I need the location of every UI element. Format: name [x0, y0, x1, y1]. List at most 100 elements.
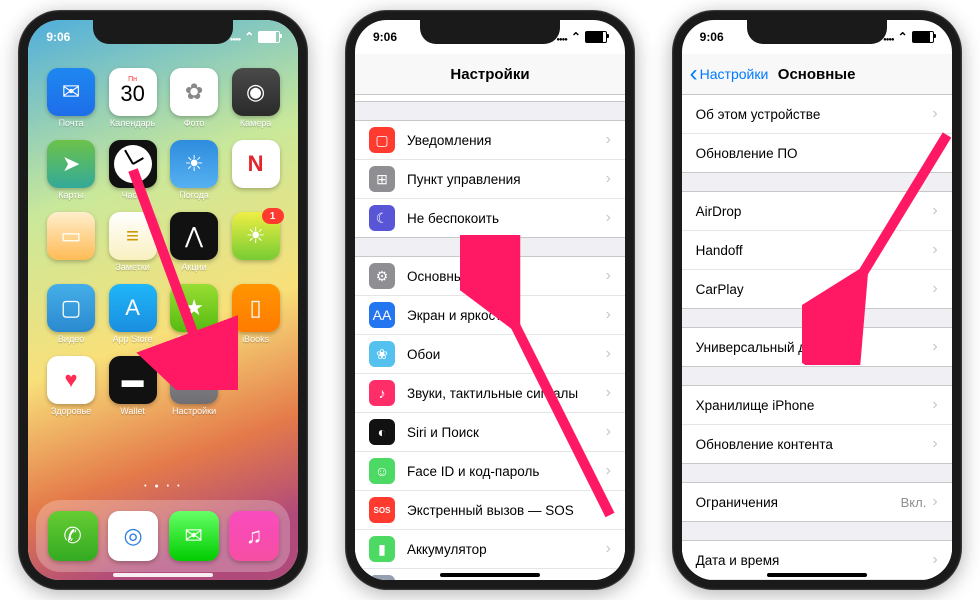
app-Карты[interactable]: ➤ Карты — [40, 140, 102, 210]
status-time: 9:06 — [46, 30, 70, 44]
home-indicator — [767, 573, 867, 577]
app-label: Календарь — [110, 118, 155, 128]
dock: ✆◎✉♫ — [36, 500, 290, 572]
app-label: Почта — [59, 118, 84, 128]
battery-icon — [258, 31, 280, 43]
chevron-icon: › — [606, 131, 611, 149]
app-icon: ▯ — [232, 284, 280, 332]
app-icon: Пн30 — [109, 68, 157, 116]
notch — [93, 20, 233, 44]
phone-home: 9:06 ✉ Почта Пн30 Календарь ✿ Фото ◉ Камера ➤ Кар… — [18, 10, 308, 590]
chevron-icon: › — [606, 209, 611, 227]
status-time: 9:06 — [700, 30, 724, 44]
app-label: iBooks — [242, 334, 269, 344]
wifi-icon — [898, 30, 908, 44]
phone-settings: 9:06 Настройки ☎ОператорMTS ROS› ▢ Уведомл… — [345, 10, 635, 590]
app-label: Карты — [58, 190, 84, 200]
app-8[interactable]: ▭ — [40, 212, 102, 282]
row-Оператор[interactable]: ☎ОператорMTS ROS› — [355, 94, 625, 101]
status-time: 9:06 — [373, 30, 397, 44]
app-icon: ◉ — [232, 68, 280, 116]
wifi-icon — [571, 30, 581, 44]
row-label: Аккумулятор — [407, 542, 606, 557]
app-label: Wallet — [120, 406, 145, 416]
app-icon: N — [232, 140, 280, 188]
app-Календарь[interactable]: Пн30 Календарь — [102, 68, 164, 138]
app-label: Фото — [184, 118, 205, 128]
app-Видео[interactable]: ▢ Видео — [40, 284, 102, 354]
chevron-icon: › — [932, 435, 937, 453]
row-label: Обновление контента — [696, 437, 933, 452]
row-icon: ✋ — [369, 575, 395, 580]
row-Не-беспокоить[interactable]: ☾ Не беспокоить› — [355, 199, 625, 237]
app-label: Здоровье — [51, 406, 91, 416]
row-icon: ▢ — [369, 127, 395, 153]
nav-bar: Настройки — [355, 54, 625, 95]
row-icon: ▮ — [369, 536, 395, 562]
page-title: Основные — [778, 66, 856, 83]
row-icon: ♪ — [369, 380, 395, 406]
row-Аккумулятор[interactable]: ▮ Аккумулятор› — [355, 530, 625, 569]
notch — [747, 20, 887, 44]
app-Фото[interactable]: ✿ Фото — [163, 68, 225, 138]
row-label: Уведомления — [407, 133, 606, 148]
row-label: Ограничения — [696, 495, 901, 510]
app-icon: ▭ — [47, 212, 95, 260]
app-label: Видео — [58, 334, 84, 344]
row-Уведомления[interactable]: ▢ Уведомления› — [355, 121, 625, 160]
app-Камера[interactable]: ◉ Камера — [225, 68, 287, 138]
app-icon: ✉ — [47, 68, 95, 116]
phone-general: 9:06 Настройки Основные Об этом устройст… — [672, 10, 962, 590]
app-icon: ▢ — [47, 284, 95, 332]
app-Здоровье[interactable]: ♥ Здоровье — [40, 356, 102, 426]
instruction-arrow — [460, 235, 625, 535]
row-icon: ⊞ — [369, 166, 395, 192]
row-icon: ☺ — [369, 458, 395, 484]
chevron-icon: › — [606, 540, 611, 558]
chevron-icon: › — [606, 170, 611, 188]
app-label: Камера — [240, 118, 271, 128]
instruction-arrow — [802, 115, 952, 365]
dock-app-2[interactable]: ✉ — [169, 511, 219, 561]
row-icon: ❀ — [369, 341, 395, 367]
row-label: Дата и время — [696, 553, 933, 568]
row-icon: SOS — [369, 497, 395, 523]
row-label: Не беспокоить — [407, 211, 606, 226]
home-indicator — [113, 573, 213, 577]
row-icon: ◐ — [369, 419, 395, 445]
battery-icon — [912, 31, 934, 43]
chevron-icon: › — [932, 396, 937, 414]
instruction-arrow — [118, 160, 238, 390]
dock-app-1[interactable]: ◎ — [108, 511, 158, 561]
app-Почта[interactable]: ✉ Почта — [40, 68, 102, 138]
app-icon: ♥ — [47, 356, 95, 404]
back-button[interactable]: Настройки — [690, 66, 769, 82]
row-Обновление-контента[interactable]: Обновление контента› — [682, 425, 952, 463]
app-icon: ➤ — [47, 140, 95, 188]
home-indicator — [440, 573, 540, 577]
page-title: Настройки — [450, 66, 529, 83]
dock-app-3[interactable]: ♫ — [229, 511, 279, 561]
app-label: Настройки — [172, 406, 216, 416]
battery-icon — [585, 31, 607, 43]
row-label: Хранилище iPhone — [696, 398, 933, 413]
row-label: Пункт управления — [407, 172, 606, 187]
badge: 1 — [262, 208, 284, 224]
row-Хранилище-iPhone[interactable]: Хранилище iPhone› — [682, 386, 952, 425]
chevron-icon: › — [932, 493, 937, 511]
nav-bar: Настройки Основные — [682, 54, 952, 95]
row-Пункт-управления[interactable]: ⊞ Пункт управления› — [355, 160, 625, 199]
row-icon: AА — [369, 302, 395, 328]
row-icon: ☾ — [369, 205, 395, 231]
notch — [420, 20, 560, 44]
row-Ограничения[interactable]: ОграниченияВкл. › — [682, 483, 952, 521]
row-value: Вкл. — [901, 495, 927, 510]
dock-app-0[interactable]: ✆ — [48, 511, 98, 561]
page-dots: • ● • • — [28, 483, 298, 490]
wifi-icon — [244, 30, 254, 44]
app-icon: ☀1 — [232, 212, 280, 260]
chevron-icon: › — [932, 551, 937, 569]
app-icon: ✿ — [170, 68, 218, 116]
chevron-icon: › — [606, 579, 611, 580]
row-icon: ⚙ — [369, 263, 395, 289]
